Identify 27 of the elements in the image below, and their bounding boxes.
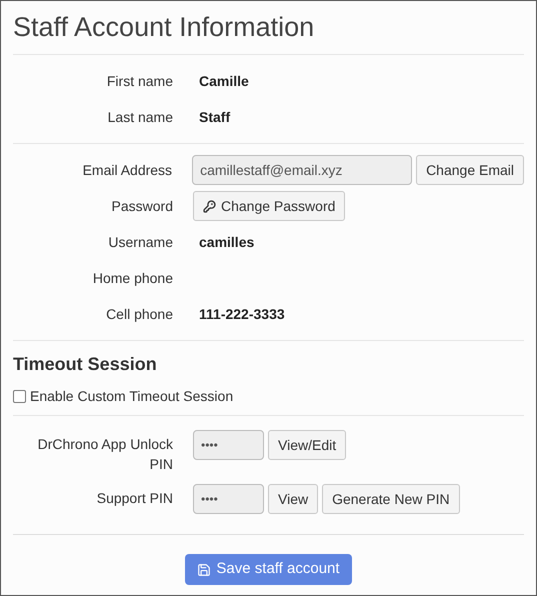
field-value: Camille — [199, 72, 249, 90]
field-label: Last name — [106, 108, 173, 126]
pin-field[interactable]: •••• — [193, 484, 264, 514]
field-label: Email Address — [82, 160, 172, 180]
field-label: First name — [106, 72, 173, 90]
field-label: DrChrono App Unlock PIN — [36, 435, 173, 474]
key-icon — [203, 200, 216, 212]
save-button[interactable]: Save staff account — [185, 554, 352, 585]
change-password-button[interactable]: Change Password — [193, 191, 346, 221]
action-button[interactable]: Generate New PIN — [322, 484, 460, 514]
pin-field[interactable]: •••• — [193, 430, 264, 460]
action-button[interactable]: View/Edit — [268, 430, 346, 460]
field-label: Support PIN — [96, 489, 173, 508]
field-label: Password — [110, 196, 173, 216]
email-field[interactable]: camillestaff@email.xyz — [192, 155, 412, 185]
checkbox-label[interactable]: Enable Custom Timeout Session — [30, 386, 234, 407]
field-value: camilles — [199, 232, 254, 252]
field-label: Cell phone — [105, 304, 173, 324]
page-title: Staff Account Information — [13, 11, 314, 44]
section-heading: Timeout Session — [13, 353, 158, 376]
field-label: Username — [107, 232, 173, 252]
action-button[interactable]: View — [268, 484, 318, 514]
checkbox[interactable] — [13, 390, 26, 403]
action-button[interactable]: Change Email — [416, 155, 524, 185]
field-label: Home phone — [92, 268, 173, 288]
field-value: 111-222-3333 — [199, 304, 285, 324]
field-value: Staff — [199, 108, 230, 126]
